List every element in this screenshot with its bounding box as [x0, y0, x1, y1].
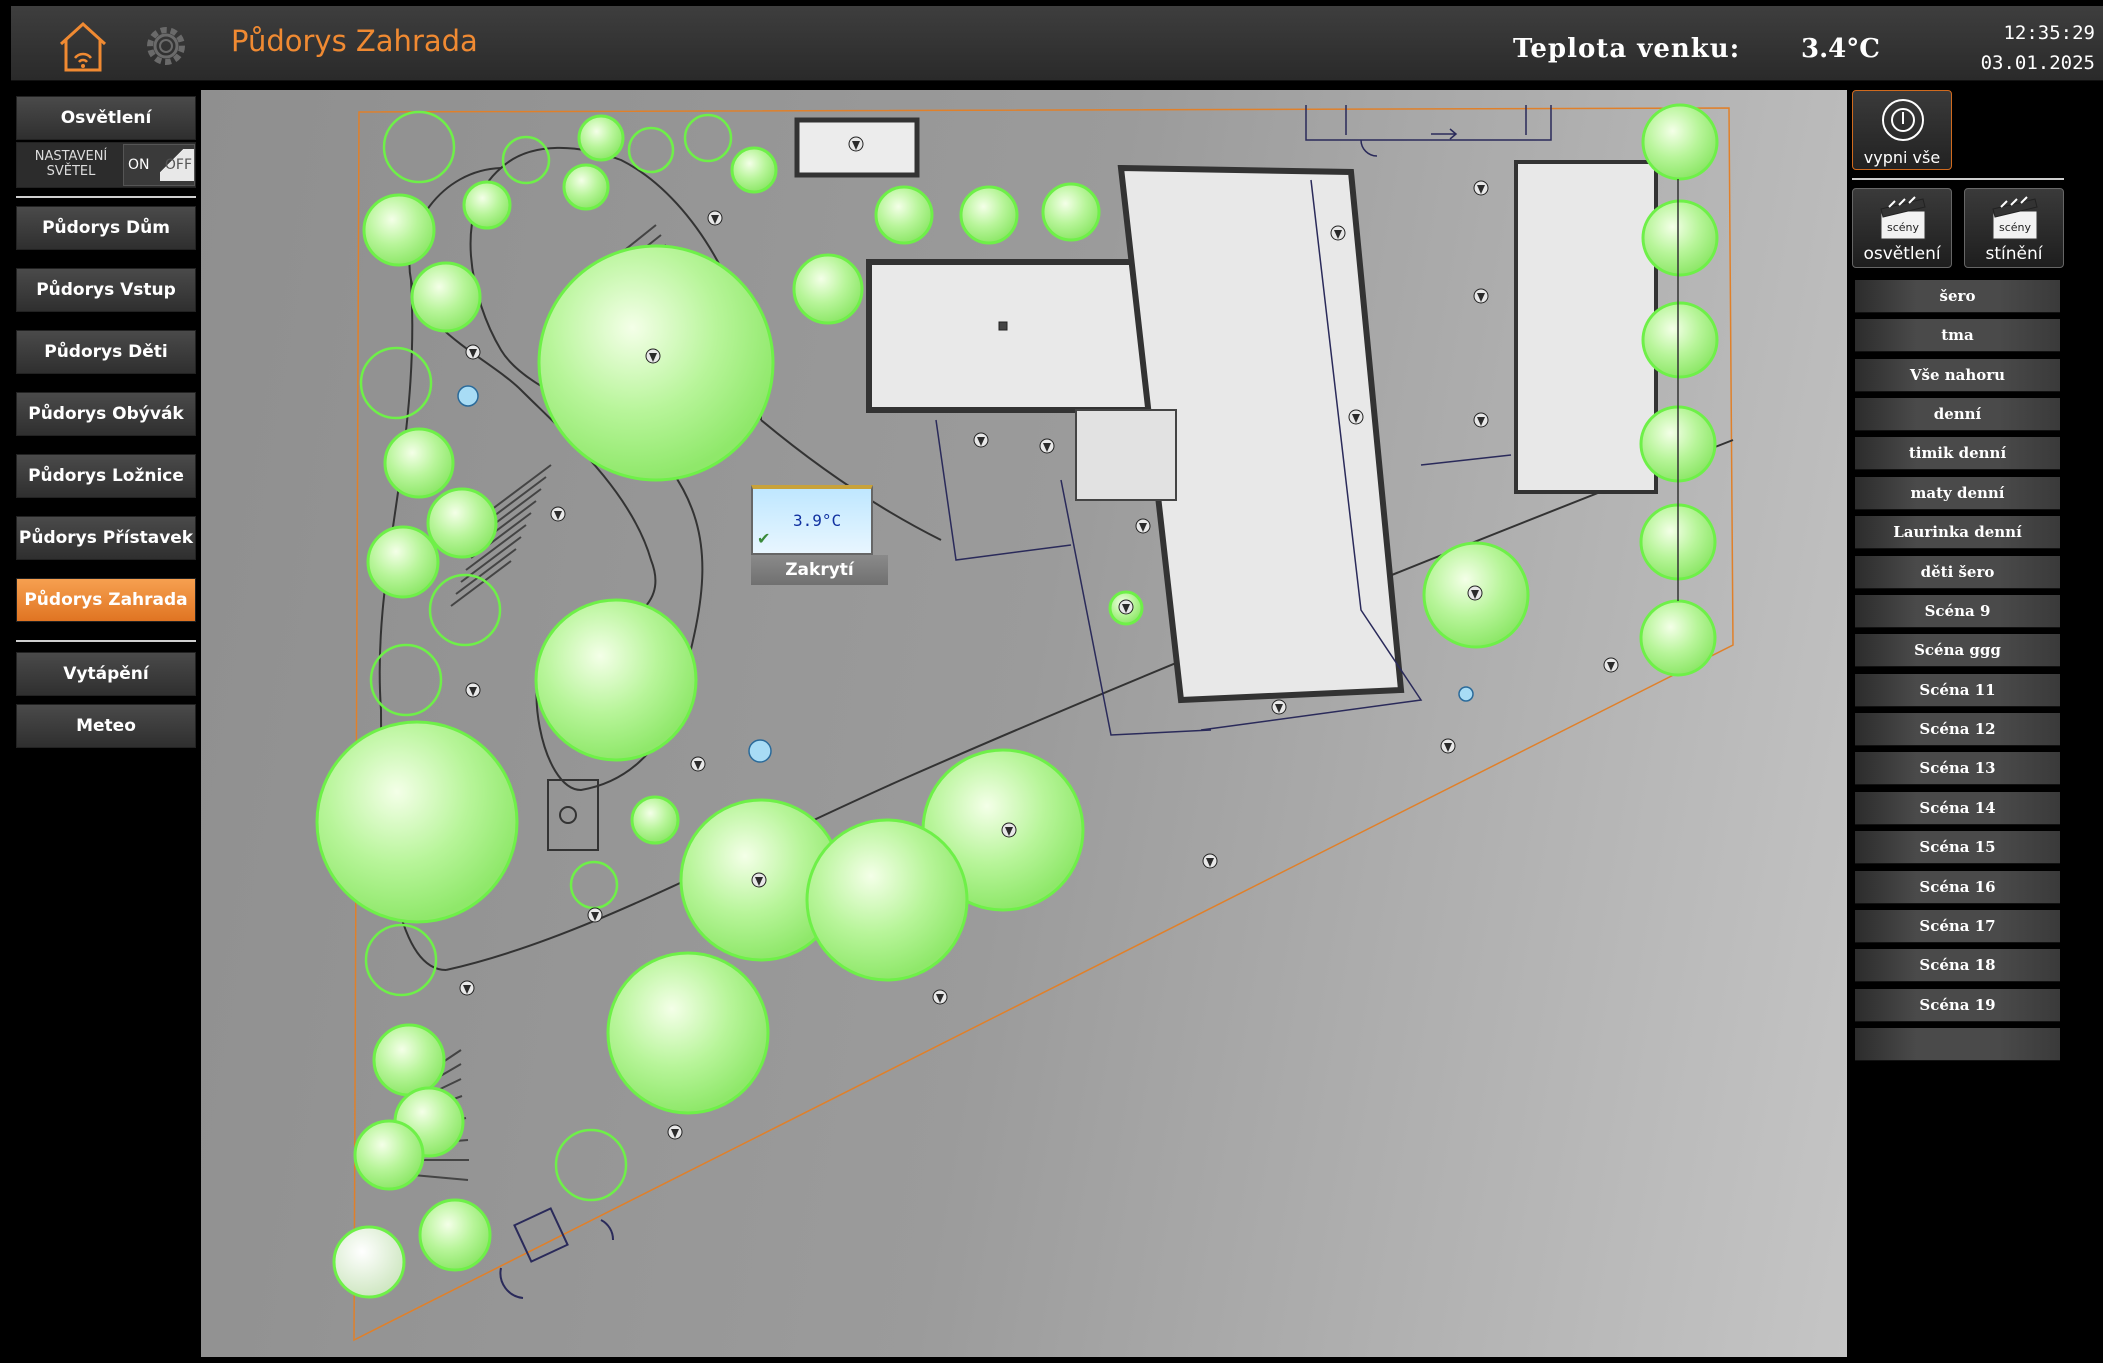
nav-divider — [16, 640, 196, 642]
scene-item[interactable]: timik denní — [1855, 437, 2060, 470]
pool-temp-value: 3.9°C — [793, 511, 842, 530]
check-icon: ✔ — [757, 529, 771, 548]
clapperboard-icon: scény — [1992, 196, 2038, 240]
tree — [332, 1225, 406, 1299]
scene-item[interactable]: děti šero — [1855, 556, 2060, 589]
nav-vytapeni[interactable]: Vytápění — [16, 652, 196, 696]
scene-item[interactable]: denní — [1855, 398, 2060, 431]
gear-icon[interactable] — [136, 16, 196, 76]
all-off-label: vypni vše — [1863, 148, 1941, 167]
outdoor-temp-value: 3.4°C — [1801, 34, 1880, 64]
lights-settings: NASTAVENÍ SVĚTEL ON OFF — [16, 142, 196, 188]
scene-item[interactable]: Scéna 11 — [1855, 674, 2060, 707]
lights-toggle[interactable]: ON OFF — [123, 144, 195, 186]
scenes-shading-button[interactable]: scény stínění — [1964, 188, 2064, 268]
clock-date: 03.01.2025 — [1980, 52, 2095, 74]
lights-label-line1: NASTAVENÍ — [34, 149, 108, 164]
scene-item[interactable]: Scéna 19 — [1855, 989, 2060, 1022]
clock-time: 12:35:29 — [2003, 22, 2095, 44]
nav-osvetleni[interactable]: Osvětlení — [16, 96, 196, 140]
scene-item[interactable]: Scéna 9 — [1855, 595, 2060, 628]
outdoor-temp-label: Teplota venku: — [1513, 34, 1741, 64]
toggle-on-label: ON — [128, 157, 150, 173]
scene-item[interactable]: Laurinka denní — [1855, 516, 2060, 549]
terrace — [1075, 409, 1177, 501]
garage — [1514, 160, 1658, 494]
nav-pudorys-deti[interactable]: Půdorys Děti — [16, 330, 196, 374]
nav-pudorys-vstup[interactable]: Půdorys Vstup — [16, 268, 196, 312]
top-bar: Půdorys Zahrada Teplota venku: 3.4°C 12:… — [11, 6, 2103, 81]
nav-pudorys-dum[interactable]: Půdorys Dům — [16, 206, 196, 250]
garden-chair — [559, 806, 577, 824]
garden-plan: 3.9°C ✔ Zakrytí — [201, 90, 1847, 1357]
home-wifi-icon[interactable] — [53, 16, 113, 76]
nav-pudorys-loznice[interactable]: Půdorys Ložnice — [16, 454, 196, 498]
scenes-clapper-text: scény — [1887, 221, 1920, 234]
nav-pudorys-obyvak[interactable]: Půdorys Obývák — [16, 392, 196, 436]
toggle-off-label: OFF — [160, 149, 194, 181]
nav-pudorys-zahrada[interactable]: Půdorys Zahrada — [16, 578, 196, 622]
nav-pudorys-pristavek[interactable]: Půdorys Přístavek — [16, 516, 196, 560]
scene-item[interactable]: Scéna 15 — [1855, 831, 2060, 864]
scene-item[interactable]: Scéna 17 — [1855, 910, 2060, 943]
power-off-icon — [1882, 99, 1924, 141]
lights-settings-label[interactable]: NASTAVENÍ SVĚTEL — [21, 149, 121, 179]
page-title: Půdorys Zahrada — [231, 24, 478, 58]
scene-item[interactable]: šero — [1855, 280, 2060, 313]
pool-cover-button[interactable]: Zakrytí — [751, 555, 888, 585]
scene-item[interactable]: tma — [1855, 319, 2060, 352]
garden-table — [547, 779, 599, 851]
scenes-lights-button[interactable]: scény osvětlení — [1852, 188, 1952, 268]
scenes-shading-label: stínění — [1985, 244, 2043, 264]
scene-item[interactable]: Scéna ggg — [1855, 634, 2060, 667]
scene-item[interactable]: Scéna 13 — [1855, 752, 2060, 785]
scene-item[interactable]: Scéna 18 — [1855, 949, 2060, 982]
garden-gate — [499, 1207, 615, 1299]
scene-item[interactable]: Scéna 14 — [1855, 792, 2060, 825]
scene-item[interactable]: Scéna 16 — [1855, 871, 2060, 904]
scene-item[interactable]: Vše nahoru — [1855, 359, 2060, 392]
scenes-clapper-text: scény — [1999, 221, 2032, 234]
all-off-button[interactable]: vypni vše — [1852, 90, 1952, 170]
camera-icon[interactable] — [998, 321, 1008, 331]
scene-item[interactable] — [1855, 1028, 2060, 1061]
lights-label-line2: SVĚTEL — [46, 164, 96, 179]
clapperboard-icon: scény — [1880, 196, 1926, 240]
pool-thermostat[interactable]: 3.9°C ✔ — [751, 485, 873, 555]
scenes-lights-label: osvětlení — [1863, 244, 1941, 264]
right-panel: vypni vše scény osvětlení scény stínění … — [1850, 90, 2103, 1360]
panel-divider — [1852, 178, 2064, 180]
scene-item[interactable]: Scéna 12 — [1855, 713, 2060, 746]
garden-plan-drawing — [315, 103, 1734, 1342]
nav-divider — [16, 196, 196, 198]
scene-item[interactable]: maty denní — [1855, 477, 2060, 510]
nav-meteo[interactable]: Meteo — [16, 704, 196, 748]
